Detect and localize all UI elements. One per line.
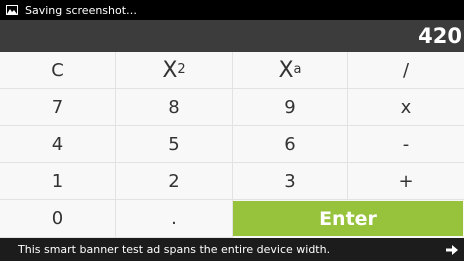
digit-4-button[interactable]: 4 [0, 126, 116, 163]
clear-button[interactable]: C [0, 52, 116, 89]
digit-8-button[interactable]: 8 [116, 89, 233, 126]
digit-0-button[interactable]: 0 [0, 200, 116, 238]
digit-5-button[interactable]: 5 [116, 126, 233, 163]
power-button[interactable]: Xa [233, 52, 348, 89]
enter-button[interactable]: Enter [233, 201, 463, 236]
arrow-right-icon[interactable] [446, 244, 458, 256]
digit-2-button[interactable]: 2 [116, 163, 233, 200]
digit-7-button[interactable]: 7 [0, 89, 116, 126]
divide-button[interactable]: / [348, 52, 464, 89]
ad-banner[interactable]: This smart banner test ad spans the enti… [0, 238, 464, 261]
digit-6-button[interactable]: 6 [233, 126, 348, 163]
digit-1-button[interactable]: 1 [0, 163, 116, 200]
square-button[interactable]: X2 [116, 52, 233, 89]
decimal-button[interactable]: . [116, 200, 233, 238]
digit-9-button[interactable]: 9 [233, 89, 348, 126]
calculator-display: 420 [0, 20, 464, 52]
status-text: Saving screenshot… [25, 3, 138, 17]
plus-button[interactable]: + [348, 163, 464, 200]
status-bar: Saving screenshot… [0, 0, 464, 20]
multiply-button[interactable]: x [348, 89, 464, 126]
minus-button[interactable]: - [348, 126, 464, 163]
keypad: C X2 Xa / 7 8 9 x 4 5 6 - 1 2 3 + 0 . En… [0, 52, 464, 238]
ad-banner-text: This smart banner test ad spans the enti… [18, 243, 331, 256]
image-icon [6, 5, 18, 15]
digit-3-button[interactable]: 3 [233, 163, 348, 200]
